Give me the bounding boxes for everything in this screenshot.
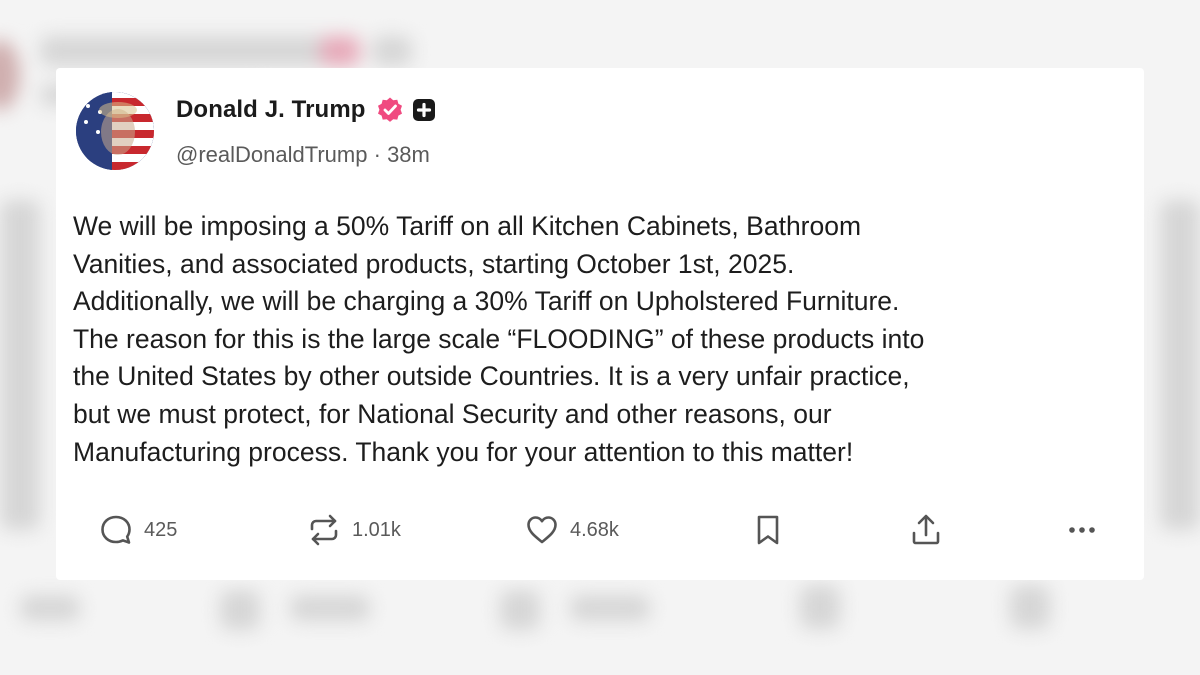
reply-count: 425 bbox=[144, 518, 178, 541]
bookmark-button[interactable] bbox=[750, 512, 786, 548]
more-options-button[interactable] bbox=[1064, 512, 1100, 548]
repost-count: 1.01k bbox=[352, 518, 401, 541]
heart-icon bbox=[527, 516, 557, 544]
reply-button[interactable]: 425 bbox=[98, 512, 177, 548]
like-button[interactable]: 4.68k bbox=[524, 512, 619, 548]
meta-separator: · bbox=[373, 142, 381, 167]
post-actions: 425 1.01k 4.68k bbox=[56, 508, 1144, 552]
bookmark-icon bbox=[757, 515, 779, 545]
verified-badge-icon bbox=[377, 97, 402, 122]
repost-icon bbox=[310, 514, 338, 546]
post-meta: @realDonaldTrump · 38m bbox=[176, 142, 430, 168]
like-count: 4.68k bbox=[570, 518, 619, 541]
share-icon bbox=[912, 514, 940, 545]
author-handle[interactable]: @realDonaldTrump bbox=[176, 142, 367, 167]
post-card: Donald J. Trump @realDonaldTrump · 38m W… bbox=[56, 68, 1144, 580]
author-name[interactable]: Donald J. Trump bbox=[176, 96, 366, 124]
reply-icon bbox=[101, 515, 131, 544]
post-time[interactable]: 38m bbox=[387, 142, 430, 167]
repost-button[interactable]: 1.01k bbox=[306, 512, 401, 548]
more-icon bbox=[1069, 527, 1095, 533]
plus-badge-icon bbox=[412, 99, 435, 121]
avatar[interactable] bbox=[76, 92, 154, 170]
post-text: We will be imposing a 50% Tariff on all … bbox=[73, 211, 925, 467]
share-button[interactable] bbox=[908, 512, 944, 548]
